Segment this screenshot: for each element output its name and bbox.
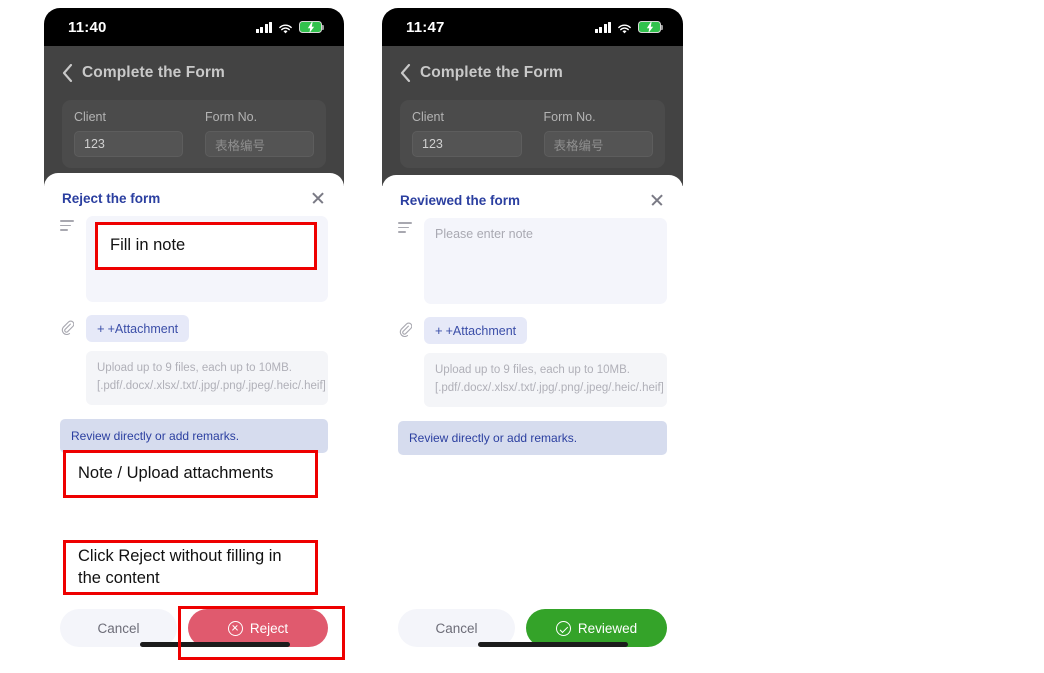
status-time: 11:47 xyxy=(406,18,445,36)
form-no-input[interactable]: 表格编号 xyxy=(543,131,653,157)
app-background-dimmed: Complete the Form Client 123 Form No. 表格… xyxy=(382,46,683,186)
client-input[interactable]: 123 xyxy=(412,131,522,157)
paperclip-icon xyxy=(398,317,416,342)
plus-icon: + xyxy=(97,321,105,336)
wifi-icon xyxy=(617,22,632,33)
note-field-row: Please enter note xyxy=(398,218,667,304)
annotation-reject-highlight xyxy=(178,606,345,660)
bottom-sheet-reviewed: Reviewed the form Please enter note + +At… xyxy=(382,175,683,665)
form-card: Client 123 Form No. 表格编号 xyxy=(62,100,326,168)
chevron-left-icon[interactable] xyxy=(62,63,73,83)
screenshot-canvas: 11:40 Complete the Form Client 123 Form … xyxy=(0,0,1044,673)
paperclip-icon xyxy=(60,315,78,340)
attachment-label: +Attachment xyxy=(107,321,179,336)
upload-hint-text: Upload up to 9 files, each up to 10MB. [… xyxy=(424,353,667,407)
field-label-client: Client xyxy=(74,110,106,124)
status-time: 11:40 xyxy=(68,18,107,36)
sheet-title: Reviewed the form xyxy=(400,192,521,208)
note-input[interactable]: Please enter note xyxy=(424,218,667,304)
status-bar: 11:40 xyxy=(44,8,344,46)
circle-check-icon xyxy=(555,620,571,636)
info-banner: Review directly or add remarks. xyxy=(398,420,667,455)
reviewed-button-label: Reviewed xyxy=(577,620,638,636)
status-icon-group xyxy=(594,21,664,33)
sheet-header: Reviewed the form xyxy=(398,175,667,218)
wifi-icon xyxy=(278,22,293,33)
navigation-bar: Complete the Form xyxy=(62,46,326,83)
chevron-left-icon[interactable] xyxy=(400,63,411,83)
page-title: Complete the Form xyxy=(420,64,563,81)
phone-mockup-right: 11:47 Complete the Form Client 123 Form … xyxy=(382,8,683,665)
sheet-title: Reject the form xyxy=(62,190,161,206)
note-lines-icon xyxy=(60,216,78,234)
plus-icon: + xyxy=(435,323,443,338)
field-label-form-no: Form No. xyxy=(543,110,596,124)
close-icon[interactable] xyxy=(649,192,665,208)
page-title: Complete the Form xyxy=(82,64,225,81)
form-field-client: Client 123 xyxy=(412,110,522,157)
add-attachment-button[interactable]: + +Attachment xyxy=(424,317,528,344)
cellular-signal-icon xyxy=(255,21,272,33)
form-card: Client 123 Form No. 表格编号 xyxy=(400,100,665,168)
close-icon[interactable] xyxy=(310,190,326,206)
app-background-dimmed: Complete the Form Client 123 Form No. 表格… xyxy=(44,46,344,186)
field-label-form-no: Form No. xyxy=(205,110,258,124)
note-lines-icon xyxy=(398,218,416,236)
cellular-signal-icon xyxy=(594,21,611,33)
attachment-field-row: + +Attachment xyxy=(60,315,328,342)
form-field-client: Client 123 xyxy=(74,110,183,157)
attachment-field-row: + +Attachment xyxy=(398,317,667,344)
sheet-header: Reject the form xyxy=(60,173,328,216)
annotation-note-upload: Note / Upload attachments xyxy=(63,450,318,498)
form-field-form-no: Form No. 表格编号 xyxy=(543,110,653,157)
client-input[interactable]: 123 xyxy=(74,131,183,157)
battery-charging-icon xyxy=(638,21,664,33)
upload-hint-text: Upload up to 9 files, each up to 10MB. [… xyxy=(86,351,328,405)
form-no-input[interactable]: 表格编号 xyxy=(205,131,314,157)
form-field-form-no: Form No. 表格编号 xyxy=(205,110,314,157)
annotation-fill-in-note: Fill in note xyxy=(95,222,317,270)
add-attachment-button[interactable]: + +Attachment xyxy=(86,315,190,342)
annotation-click-reject: Click Reject without filling in the cont… xyxy=(63,540,318,595)
status-icon-group xyxy=(255,21,325,33)
navigation-bar: Complete the Form xyxy=(400,46,665,83)
status-bar: 11:47 xyxy=(382,8,683,46)
info-banner: Review directly or add remarks. xyxy=(60,418,328,453)
battery-charging-icon xyxy=(299,21,325,33)
field-label-client: Client xyxy=(412,110,444,124)
attachment-label: +Attachment xyxy=(445,323,517,338)
home-indicator xyxy=(478,642,628,647)
